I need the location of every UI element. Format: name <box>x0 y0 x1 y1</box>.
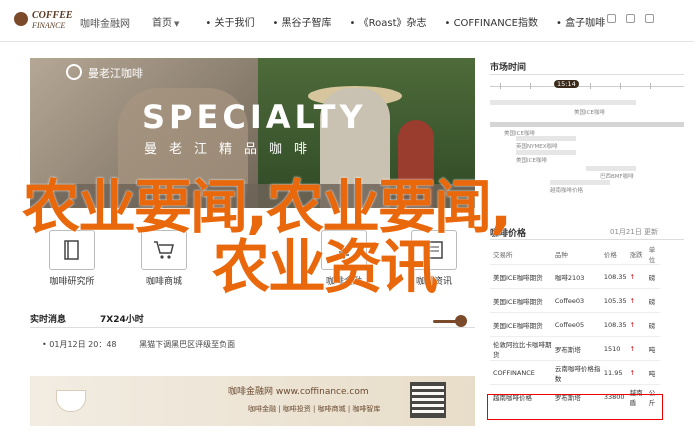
timeline-bar <box>516 136 576 141</box>
cart-icon <box>154 241 174 259</box>
divider <box>490 239 684 240</box>
nav-roast-magazine[interactable]: • 《Roast》杂志 <box>350 14 427 29</box>
logo-line2: FINANCE <box>32 21 66 30</box>
table-row[interactable]: 美国ICE咖啡期货 咖啡2103 108.35 ↑ 磅 <box>490 264 660 289</box>
wechat-icon[interactable] <box>626 14 635 23</box>
ad-title: 咖啡金融网 www.coffinance.com <box>228 387 369 397</box>
table-row[interactable]: 美国ICE咖啡期货 Coffee05 108.35 ↑ 磅 <box>490 312 660 337</box>
timeline-tick <box>530 83 531 89</box>
timeline-event: 美国ICE咖啡 <box>516 158 547 164</box>
category-row: 咖啡研究所 咖啡商城 咖啡金融 咖啡资讯 <box>30 230 475 290</box>
coffee-cup-icon <box>14 12 28 26</box>
ad-banner[interactable]: 咖啡金融网 www.coffinance.com 咖啡金融 | 咖啡投资 | 咖… <box>30 376 475 426</box>
weibo-icon[interactable] <box>607 14 616 23</box>
ad-links: 咖啡金融 | 咖啡投资 | 咖啡商城 | 咖啡智库 <box>248 405 381 413</box>
timeline-tick <box>620 83 621 89</box>
slider-handle[interactable] <box>455 315 467 327</box>
timeline-event: 英国NYMEX咖啡 <box>516 144 558 150</box>
tab-24h[interactable]: 7X24小时 <box>100 312 144 325</box>
current-time-badge: 15:14 <box>554 80 579 88</box>
category-mall[interactable]: 咖啡商城 <box>132 230 196 287</box>
timeline-event: 巴西BMF咖啡 <box>600 174 634 180</box>
timeline-bar <box>490 100 636 105</box>
timeline-tick <box>500 83 501 89</box>
header-icons <box>607 14 654 23</box>
col-unit: 单位 <box>648 246 656 264</box>
nav-home[interactable]: 首页 ▼ <box>152 14 179 29</box>
brand-name[interactable]: 咖啡金融网 <box>80 15 130 30</box>
category-label: 咖啡商城 <box>145 277 182 287</box>
nav-about[interactable]: • 关于我们 <box>205 14 254 29</box>
category-label: 咖啡研究所 <box>49 277 95 287</box>
table-row[interactable]: 越南咖啡价格 罗布斯塔 33800 越南盾 公斤 <box>490 384 660 409</box>
nav-think-tank[interactable]: • 黑谷子智库 <box>272 14 331 29</box>
book-icon <box>64 240 79 260</box>
coffee-cup-image <box>56 390 86 412</box>
hero-banner[interactable]: 曼老江咖啡 SPECIALTY 曼老江精品咖啡 <box>30 58 475 208</box>
timeline-bar <box>550 180 610 185</box>
table-row[interactable]: COFFINANCE 云南咖啡价格指数 11.95 ↑ 吨 <box>490 360 660 385</box>
main-nav: 首页 ▼ • 关于我们 • 黑谷子智库 • 《Roast》杂志 • COFFINA… <box>152 14 623 29</box>
timeline-axis <box>490 86 684 87</box>
category-research[interactable]: 咖啡研究所 <box>40 230 104 287</box>
news-item[interactable]: • 01月12日 20：48 黑猫下调黑巴区评级至负面 <box>42 339 235 350</box>
timeline-bar <box>490 122 684 127</box>
nav-box-coffee[interactable]: • 盒子咖啡 <box>556 14 605 29</box>
table-row[interactable]: 伦敦阿拉比卡咖啡期货 罗布斯塔 1510 ↑ 吨 <box>490 336 660 361</box>
live-news-tabs: 实时消息 7X24小时 <box>30 312 475 328</box>
col-variety: 品种 <box>554 251 568 259</box>
timeline-bar <box>516 150 576 155</box>
market-time-title: 市场时间 <box>490 63 527 73</box>
nav-coffinance-index[interactable]: • COFFINANCE指数 <box>445 14 539 29</box>
table-header-row: 交易所 品种 价格 涨跌 单位 <box>490 244 660 265</box>
col-price: 价格 <box>603 251 617 259</box>
banner-logo-icon <box>66 64 82 80</box>
chevron-down-icon: ▼ <box>174 20 180 28</box>
news-text: 黑猫下调黑巴区评级至负面 <box>139 340 236 349</box>
news-icon <box>425 241 443 259</box>
yen-icon <box>337 241 351 259</box>
banner-headline: SPECIALTY <box>142 98 367 136</box>
tab-live[interactable]: 实时消息 <box>30 312 66 325</box>
col-change: 涨跌 <box>629 251 643 259</box>
price-title: 咖啡价格 <box>490 229 527 239</box>
timeline-tick <box>650 83 651 89</box>
category-label: 咖啡金融 <box>325 277 362 287</box>
market-timeline: 15:14 美国ICE咖啡 美国ICE咖啡 英国NYMEX咖啡 美国ICE咖啡 … <box>490 80 684 194</box>
category-label: 咖啡资讯 <box>415 277 452 287</box>
user-icon[interactable] <box>645 14 654 23</box>
timeline-event: 越南咖啡价格 <box>550 188 584 194</box>
divider <box>490 74 684 75</box>
site-logo[interactable]: COFFEE FINANCE <box>14 8 74 34</box>
table-row[interactable]: 美国ICE咖啡期货 Coffee03 105.35 ↑ 磅 <box>490 288 660 313</box>
timeline-bar <box>586 166 636 171</box>
category-news[interactable]: 咖啡资讯 <box>402 230 466 287</box>
price-update-date: 01月21日 更新 <box>610 228 659 236</box>
timeline-event: 美国ICE咖啡 <box>574 110 605 116</box>
category-finance[interactable]: 咖啡金融 <box>312 230 376 287</box>
news-date: • 01月12日 20：48 <box>42 340 117 349</box>
col-exchange: 交易所 <box>493 251 513 259</box>
banner-footer-strip <box>30 184 475 208</box>
logo-line1: COFFEE <box>32 10 73 21</box>
price-table: 交易所 品种 价格 涨跌 单位 美国ICE咖啡期货 咖啡2103 108.35 ↑ 磅 … <box>490 244 660 409</box>
timeline-tick <box>590 83 591 89</box>
qr-code-icon <box>410 382 446 418</box>
banner-subline: 曼老江精品咖啡 <box>144 142 320 157</box>
top-header: COFFEE FINANCE 咖啡金融网 首页 ▼ • 关于我们 • 黑谷子智库 … <box>0 0 694 42</box>
banner-logo-text: 曼老江咖啡 <box>88 67 143 80</box>
